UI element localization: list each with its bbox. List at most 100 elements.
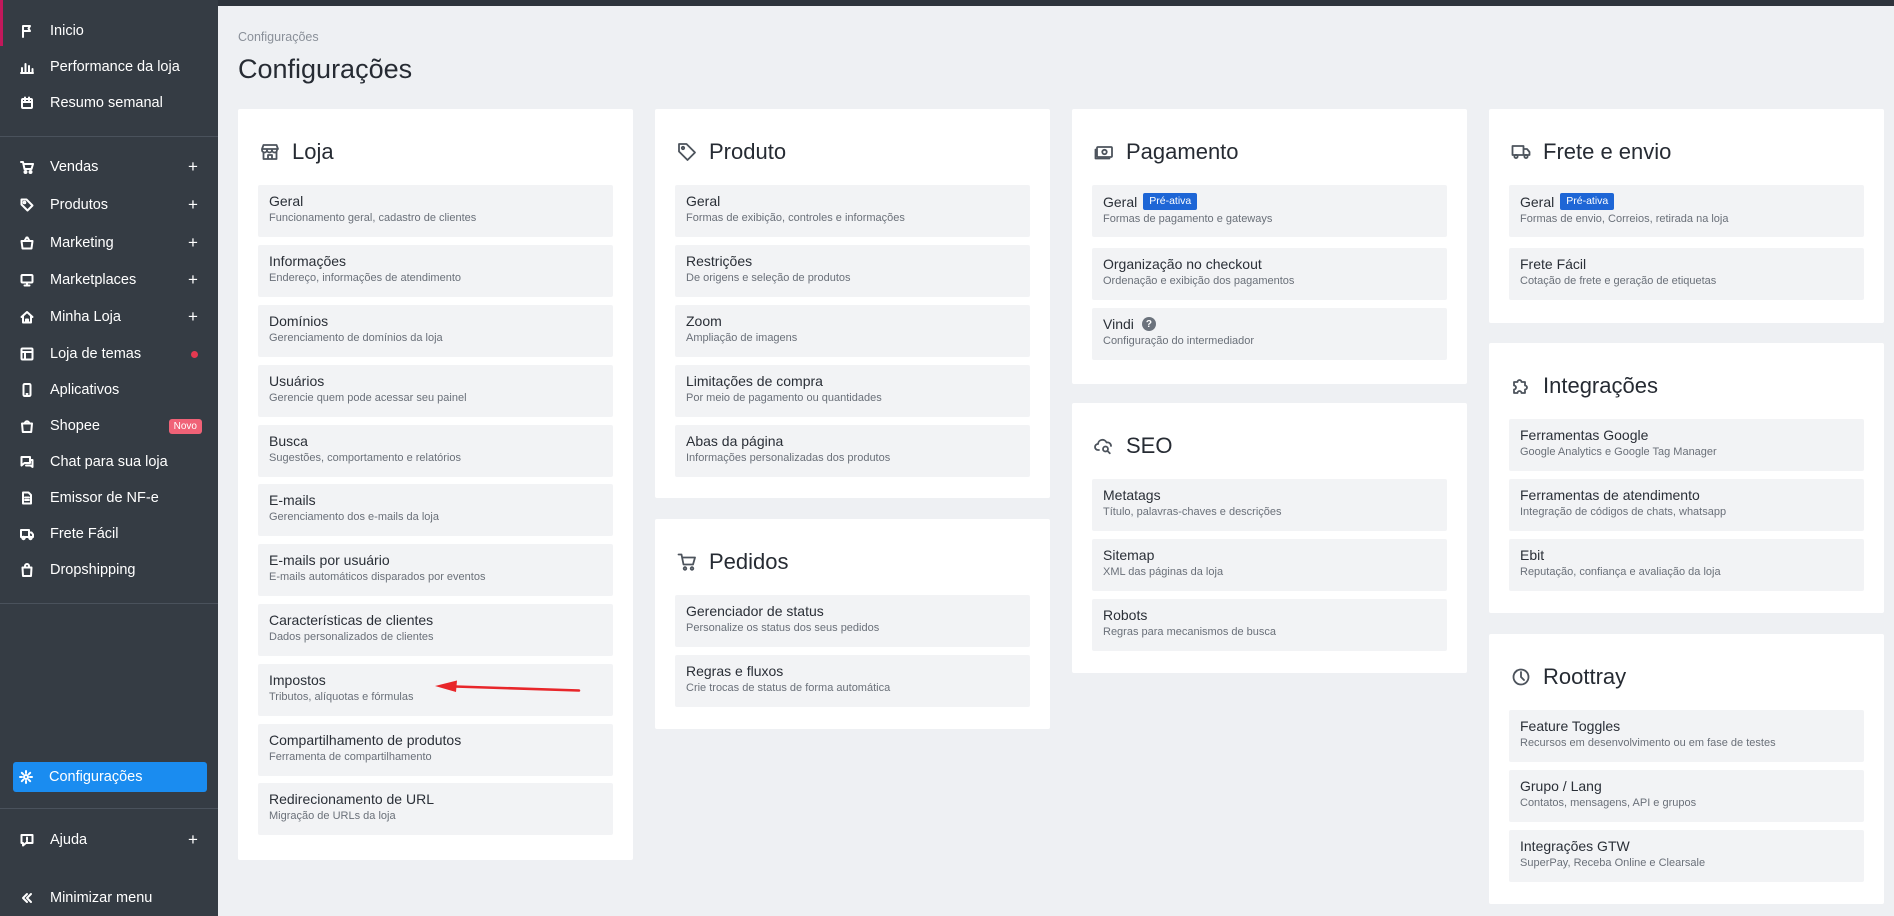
sidebar-item-label: Marketplaces bbox=[50, 272, 137, 288]
settings-item-frete-facil[interactable]: Frete Fácil Cotação de frete e geração d… bbox=[1509, 248, 1864, 300]
settings-item-integracoes-gtw[interactable]: Integrações GTW SuperPay, Receba Online … bbox=[1509, 830, 1864, 882]
settings-item-limitacoes-compra[interactable]: Limitações de compra Por meio de pagamen… bbox=[675, 365, 1030, 417]
card-header: Integrações bbox=[1511, 373, 1658, 399]
status-badge: Pré-ativa bbox=[1143, 193, 1198, 210]
item-title: Gerenciador de status bbox=[686, 603, 824, 619]
roottray-icon bbox=[1511, 667, 1531, 687]
bar-chart-icon bbox=[20, 60, 34, 74]
item-subtitle: Google Analytics e Google Tag Manager bbox=[1520, 446, 1717, 458]
sidebar-item-frete-facil[interactable]: Frete Fácil bbox=[14, 519, 208, 549]
sidebar-item-marketplaces[interactable]: Marketplaces + bbox=[14, 265, 208, 295]
truck-icon bbox=[1511, 142, 1531, 162]
settings-item-informacoes[interactable]: Informações Endereço, informações de ate… bbox=[258, 245, 613, 297]
settings-item-gerenciador-status[interactable]: Gerenciador de status Personalize os sta… bbox=[675, 595, 1030, 647]
sidebar-item-chat[interactable]: Chat para sua loja bbox=[14, 447, 208, 477]
sidebar-item-performance[interactable]: Performance da loja bbox=[14, 52, 208, 82]
sidebar-item-label: Dropshipping bbox=[50, 562, 136, 578]
card-title: Roottray bbox=[1543, 664, 1627, 689]
sidebar-item-emissor-nfe[interactable]: Emissor de NF-e bbox=[14, 483, 208, 513]
item-subtitle: Gerenciamento dos e-mails da loja bbox=[269, 511, 439, 523]
settings-item-vindi[interactable]: Vindi? Configuração do intermediador bbox=[1092, 308, 1447, 360]
settings-item-emails-por-usuario[interactable]: E-mails por usuário E-mails automáticos … bbox=[258, 544, 613, 596]
item-title: Ferramentas de atendimento bbox=[1520, 487, 1700, 503]
item-subtitle: Gerenciamento de domínios da loja bbox=[269, 332, 443, 344]
plus-icon[interactable]: + bbox=[186, 831, 200, 848]
item-subtitle: SuperPay, Receba Online e Clearsale bbox=[1520, 857, 1706, 869]
sidebar-item-label: Chat para sua loja bbox=[50, 454, 168, 470]
item-title: Geral bbox=[269, 193, 304, 209]
item-title: Informações bbox=[269, 253, 347, 269]
card-header: Produto bbox=[677, 139, 786, 165]
settings-item-organizacao-checkout[interactable]: Organização no checkout Ordenação e exib… bbox=[1092, 248, 1447, 300]
gear-icon bbox=[19, 770, 33, 784]
sidebar-item-marketing[interactable]: Marketing + bbox=[14, 228, 208, 258]
settings-item-abas-pagina[interactable]: Abas da página Informações personalizada… bbox=[675, 425, 1030, 477]
sidebar-item-vendas[interactable]: Vendas + bbox=[14, 152, 208, 182]
card-frete-envio: Frete e envio Geral Pré-ativa Formas de e… bbox=[1489, 109, 1884, 323]
sidebar-item-aplicativos[interactable]: Aplicativos bbox=[14, 375, 208, 405]
store-icon bbox=[260, 142, 280, 162]
settings-item-ferramentas-atendimento[interactable]: Ferramentas de atendimento Integração de… bbox=[1509, 479, 1864, 531]
settings-item-grupo-lang[interactable]: Grupo / Lang Contatos, mensagens, API e … bbox=[1509, 770, 1864, 822]
item-subtitle: XML das páginas da loja bbox=[1103, 566, 1224, 578]
settings-item-busca[interactable]: Busca Sugestões, comportamento e relatór… bbox=[258, 425, 613, 477]
settings-item-regras-fluxos[interactable]: Regras e fluxos Crie trocas de status de… bbox=[675, 655, 1030, 707]
settings-item-ferramentas-google[interactable]: Ferramentas Google Google Analytics e Go… bbox=[1509, 419, 1864, 471]
sidebar-item-label: Produtos bbox=[50, 197, 109, 213]
settings-item-compartilhamento[interactable]: Compartilhamento de produtos Ferramenta … bbox=[258, 724, 613, 776]
settings-item-robots[interactable]: Robots Regras para mecanismos de busca bbox=[1092, 599, 1447, 651]
card-header: Roottray bbox=[1511, 664, 1626, 690]
settings-item-redirecionamento-url[interactable]: Redirecionamento de URL Migração de URLs… bbox=[258, 783, 613, 835]
settings-item-feature-toggles[interactable]: Feature Toggles Recursos em desenvolvime… bbox=[1509, 710, 1864, 762]
plus-icon[interactable]: + bbox=[186, 234, 200, 251]
plus-icon[interactable]: + bbox=[186, 271, 200, 288]
new-badge: Novo bbox=[168, 418, 202, 434]
card-title: Frete e envio bbox=[1543, 139, 1672, 164]
item-subtitle: Ampliação de imagens bbox=[686, 332, 798, 344]
sidebar-item-minha-loja[interactable]: Minha Loja + bbox=[14, 302, 208, 332]
settings-item-metatags[interactable]: Metatags Título, palavras-chaves e descr… bbox=[1092, 479, 1447, 531]
card-title: Pagamento bbox=[1126, 139, 1239, 164]
settings-item-zoom[interactable]: Zoom Ampliação de imagens bbox=[675, 305, 1030, 357]
main-content: Configurações Configurações Loja Geral F… bbox=[218, 6, 1894, 916]
item-subtitle: Formas de exibição, controles e informaç… bbox=[686, 212, 905, 224]
settings-item-pagamento-geral[interactable]: Geral Pré-ativa Formas de pagamento e gat… bbox=[1092, 185, 1447, 237]
item-subtitle: Integração de códigos de chats, whatsapp bbox=[1520, 506, 1727, 518]
card-title: Pedidos bbox=[709, 549, 789, 574]
plus-icon[interactable]: + bbox=[186, 158, 200, 175]
settings-item-loja-geral[interactable]: Geral Funcionamento geral, cadastro de c… bbox=[258, 185, 613, 237]
settings-item-usuarios[interactable]: Usuários Gerencie quem pode acessar seu … bbox=[258, 365, 613, 417]
settings-item-restricoes[interactable]: Restrições De origens e seleção de produ… bbox=[675, 245, 1030, 297]
settings-item-frete-geral[interactable]: Geral Pré-ativa Formas de envio, Correios… bbox=[1509, 185, 1864, 237]
settings-item-caracteristicas-clientes[interactable]: Características de clientes Dados person… bbox=[258, 604, 613, 656]
plus-icon[interactable]: + bbox=[186, 196, 200, 213]
sidebar-item-label: Marketing bbox=[50, 235, 114, 251]
item-title-text: Geral bbox=[1520, 193, 1555, 210]
minimize-menu-button[interactable]: Minimizar menu bbox=[14, 883, 208, 913]
sidebar-item-label: Aplicativos bbox=[50, 382, 120, 398]
item-title: Domínios bbox=[269, 313, 329, 329]
card-header: Pagamento bbox=[1094, 139, 1239, 165]
sidebar-item-shopee[interactable]: Shopee Novo bbox=[14, 411, 208, 441]
card-seo: SEO Metatags Título, palavras-chaves e d… bbox=[1072, 403, 1467, 673]
settings-item-sitemap[interactable]: Sitemap XML das páginas da loja bbox=[1092, 539, 1447, 591]
sidebar-item-label: Minimizar menu bbox=[50, 890, 153, 906]
sidebar-item-ajuda[interactable]: Ajuda + bbox=[14, 825, 208, 855]
settings-item-produto-geral[interactable]: Geral Formas de exibição, controles e in… bbox=[675, 185, 1030, 237]
plus-icon[interactable]: + bbox=[186, 308, 200, 325]
item-subtitle: Informações personalizadas dos produtos bbox=[686, 452, 891, 464]
sidebar-item-inicio[interactable]: Inicio bbox=[14, 16, 208, 46]
breadcrumb[interactable]: Configurações bbox=[238, 30, 319, 44]
item-title: Geral bbox=[686, 193, 721, 209]
help-icon[interactable]: ? bbox=[1141, 317, 1156, 331]
sidebar-item-loja-de-temas[interactable]: Loja de temas bbox=[14, 339, 208, 369]
sidebar-item-produtos[interactable]: Produtos + bbox=[14, 190, 208, 220]
settings-item-dominios[interactable]: Domínios Gerenciamento de domínios da lo… bbox=[258, 305, 613, 357]
sidebar-item-configuracoes[interactable]: Configurações bbox=[13, 762, 207, 792]
cart-icon bbox=[677, 552, 697, 572]
sidebar-item-dropshipping[interactable]: Dropshipping bbox=[14, 555, 208, 585]
sidebar-item-resumo[interactable]: Resumo semanal bbox=[14, 88, 208, 118]
layout-icon bbox=[20, 347, 34, 361]
settings-item-ebit[interactable]: Ebit Reputação, confiança e avaliação da… bbox=[1509, 539, 1864, 591]
settings-item-emails[interactable]: E-mails Gerenciamento dos e-mails da loj… bbox=[258, 484, 613, 536]
